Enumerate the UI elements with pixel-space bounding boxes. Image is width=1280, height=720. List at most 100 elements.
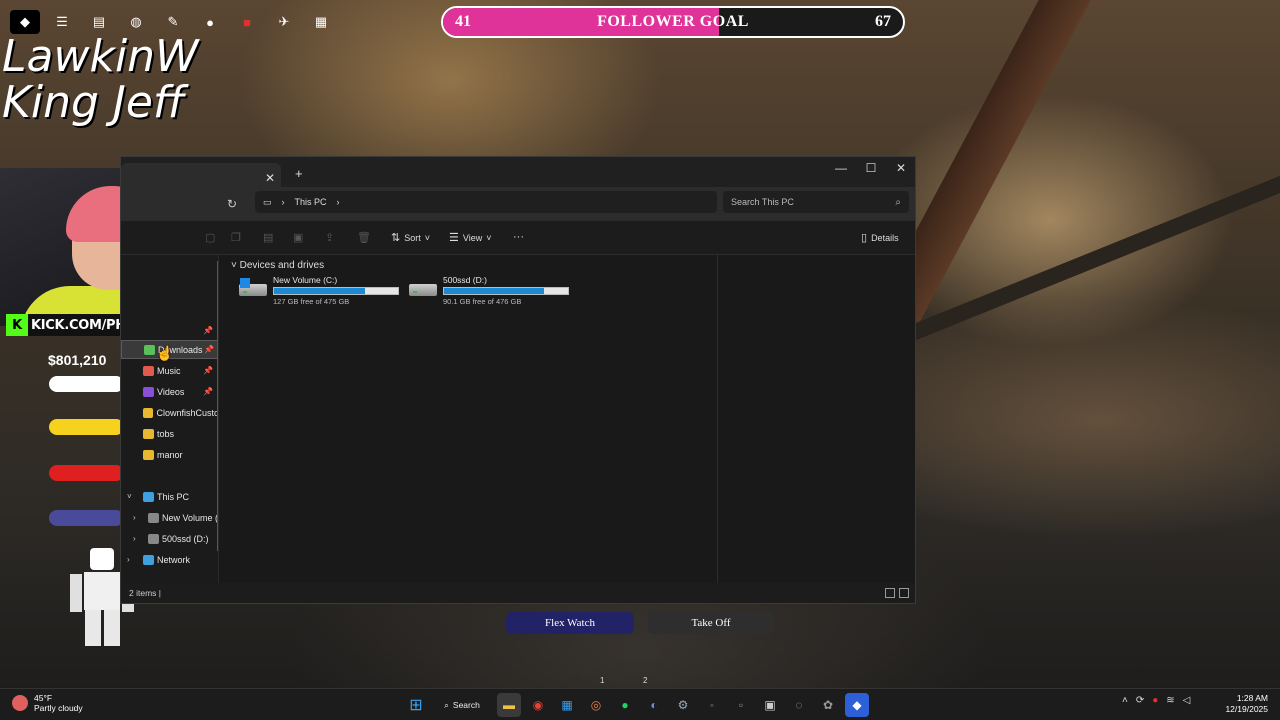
stop-icon[interactable]: ■ (232, 10, 262, 34)
drive-d[interactable]: 500ssd (D:) 90.1 GB free of 476 GB (409, 275, 573, 309)
taskbar-search[interactable]: ⌕ Search (433, 693, 491, 717)
details-button[interactable]: ▯ Details (861, 231, 899, 244)
nav-item-clownfish[interactable]: ClownfishCusto (121, 403, 218, 422)
mouse-cursor-icon: ☝ (156, 345, 174, 361)
pin-icon: 📌 (203, 326, 213, 335)
nav-item-new-volume[interactable]: New Volume ( (121, 508, 218, 527)
goal-target: 67 (875, 13, 891, 30)
view-icon: ☰ (449, 232, 459, 244)
rename-icon[interactable]: ▣ (293, 231, 303, 244)
game-icon[interactable]: ✿ (816, 693, 840, 717)
chrome-icon[interactable]: ◉ (526, 693, 550, 717)
status-bar: 2 items | (121, 583, 915, 603)
hard-drive-icon (409, 280, 437, 300)
computer-icon (143, 491, 154, 502)
goal-current: 41 (455, 13, 471, 30)
chevron-down-icon: ˅ (231, 260, 240, 271)
store-icon[interactable]: ▦ (555, 693, 579, 717)
address-bar-row: ↻ ▭ › This PC › Search This PC ⌕ (121, 187, 915, 221)
nav-item-this-pc[interactable]: This PC (121, 487, 218, 506)
nav-item-manor[interactable]: manor (121, 445, 218, 464)
spotify-icon[interactable]: ● (613, 693, 637, 717)
tiles-view-icon[interactable] (899, 588, 909, 598)
file-explorer-window: ✕ + — ☐ ✕ ↻ ▭ › This PC › Search This PC… (120, 156, 916, 604)
drive-free-space: 127 GB free of 475 GB (273, 297, 350, 306)
nav-scrollbar[interactable] (217, 261, 218, 551)
share-icon[interactable]: ⇪ (325, 231, 334, 244)
mic-icon[interactable]: ● (1152, 695, 1158, 706)
windows-taskbar: 45°F Partly cloudy ⊞ ⌕ Search ▬ ◉ ▦ ◎ ● … (0, 688, 1280, 720)
minimize-icon[interactable]: — (829, 161, 853, 175)
more-options-button[interactable]: ··· (513, 231, 524, 243)
paste-icon[interactable]: ▤ (263, 231, 273, 244)
nav-item-500ssd[interactable]: 500ssd (D:) (121, 529, 218, 548)
maximize-icon[interactable]: ☐ (859, 161, 883, 175)
discord-icon[interactable]: ◐ (642, 693, 666, 717)
folder-icon (143, 449, 154, 460)
nav-label: Network (157, 554, 191, 565)
tab-this-pc[interactable]: ✕ (121, 163, 281, 187)
roblox-icon[interactable]: ◆ (845, 693, 869, 717)
sync-icon[interactable]: ⟳ (1136, 695, 1144, 706)
computer-icon: ▭ (263, 196, 272, 207)
runner-icon[interactable]: ✈ (269, 10, 299, 34)
nav-item-music[interactable]: Music 📌 (121, 361, 218, 380)
weather-desc: Partly cloudy (34, 703, 83, 713)
app-icon[interactable]: ▪ (700, 693, 724, 717)
drive-name: New Volume (C:) (273, 275, 338, 285)
refresh-icon[interactable]: ↻ (227, 197, 237, 211)
cut-icon[interactable]: ▢ (205, 231, 215, 244)
section-devices[interactable]: ˅ Devices and drives (231, 260, 324, 271)
flex-watch-button[interactable]: Flex Watch (506, 612, 634, 634)
follower-goal-bar: 41 FOLLOWER GOAL 67 (441, 6, 905, 38)
close-tab-icon[interactable]: ✕ (265, 171, 275, 185)
drive-free-space: 90.1 GB free of 476 GB (443, 297, 522, 306)
tab-bar: ✕ + — ☐ ✕ (121, 157, 915, 187)
details-view-icon[interactable] (885, 588, 895, 598)
breadcrumb[interactable]: ▭ › This PC › (255, 191, 717, 213)
chevron-right-icon: › (281, 197, 285, 207)
capture-icon[interactable]: ▣ (758, 693, 782, 717)
nav-item-tobs[interactable]: tobs (121, 424, 218, 443)
nav-item-network[interactable]: Network (121, 550, 218, 569)
copy-icon[interactable]: ❐ (231, 231, 241, 244)
name-1: LawkinW (2, 31, 199, 82)
downloads-icon (144, 344, 155, 355)
nav-label: tobs (157, 428, 175, 439)
nav-label: manor (157, 449, 183, 460)
obs-icon[interactable]: ◎ (584, 693, 608, 717)
stat-bar-health (49, 376, 124, 392)
wifi-icon[interactable]: ≋ (1166, 695, 1174, 706)
grid-icon[interactable]: ▦ (306, 10, 336, 34)
new-tab-icon[interactable]: + (295, 166, 303, 181)
nav-quick-access-item[interactable]: 📌 (121, 321, 218, 340)
drive-usage-bar (273, 287, 399, 295)
search-input[interactable]: Search This PC ⌕ (723, 191, 909, 213)
nav-label: Videos (157, 386, 185, 397)
close-window-icon[interactable]: ✕ (889, 161, 913, 175)
nav-label: This PC (157, 491, 190, 502)
breadcrumb-this-pc[interactable]: This PC (295, 197, 327, 207)
file-explorer-icon[interactable]: ▬ (497, 693, 521, 717)
view-button[interactable]: ☰ View ˅ (449, 231, 492, 244)
user-icon[interactable]: ● (195, 10, 225, 34)
start-icon[interactable]: ⊞ (404, 693, 428, 717)
search-icon: ⌕ (444, 699, 449, 710)
view-label: View (462, 232, 483, 243)
sort-button[interactable]: ⇅ Sort ˅ (391, 231, 430, 244)
drive-name: 500ssd (D:) (443, 275, 487, 285)
pin-icon: 📌 (203, 366, 213, 375)
clock[interactable]: 1:28 AM 12/19/2025 (1222, 693, 1268, 715)
weather-widget[interactable]: 45°F Partly cloudy (12, 693, 83, 713)
sort-label: Sort (404, 232, 421, 243)
stat-bar-energy (49, 419, 124, 435)
nav-item-videos[interactable]: Videos 📌 (121, 382, 218, 401)
notes-icon[interactable]: ▫ (729, 693, 753, 717)
drive-c[interactable]: New Volume (C:) 127 GB free of 475 GB (239, 275, 403, 309)
delete-icon[interactable]: 🗑 (357, 231, 371, 244)
chevron-up-icon[interactable]: ˄ (1122, 695, 1128, 706)
steam-icon[interactable]: ⚙ (671, 693, 695, 717)
take-off-button[interactable]: Take Off (648, 612, 774, 634)
browser-icon[interactable]: ◌ (787, 693, 811, 717)
volume-icon[interactable]: ◁ (1183, 695, 1191, 706)
